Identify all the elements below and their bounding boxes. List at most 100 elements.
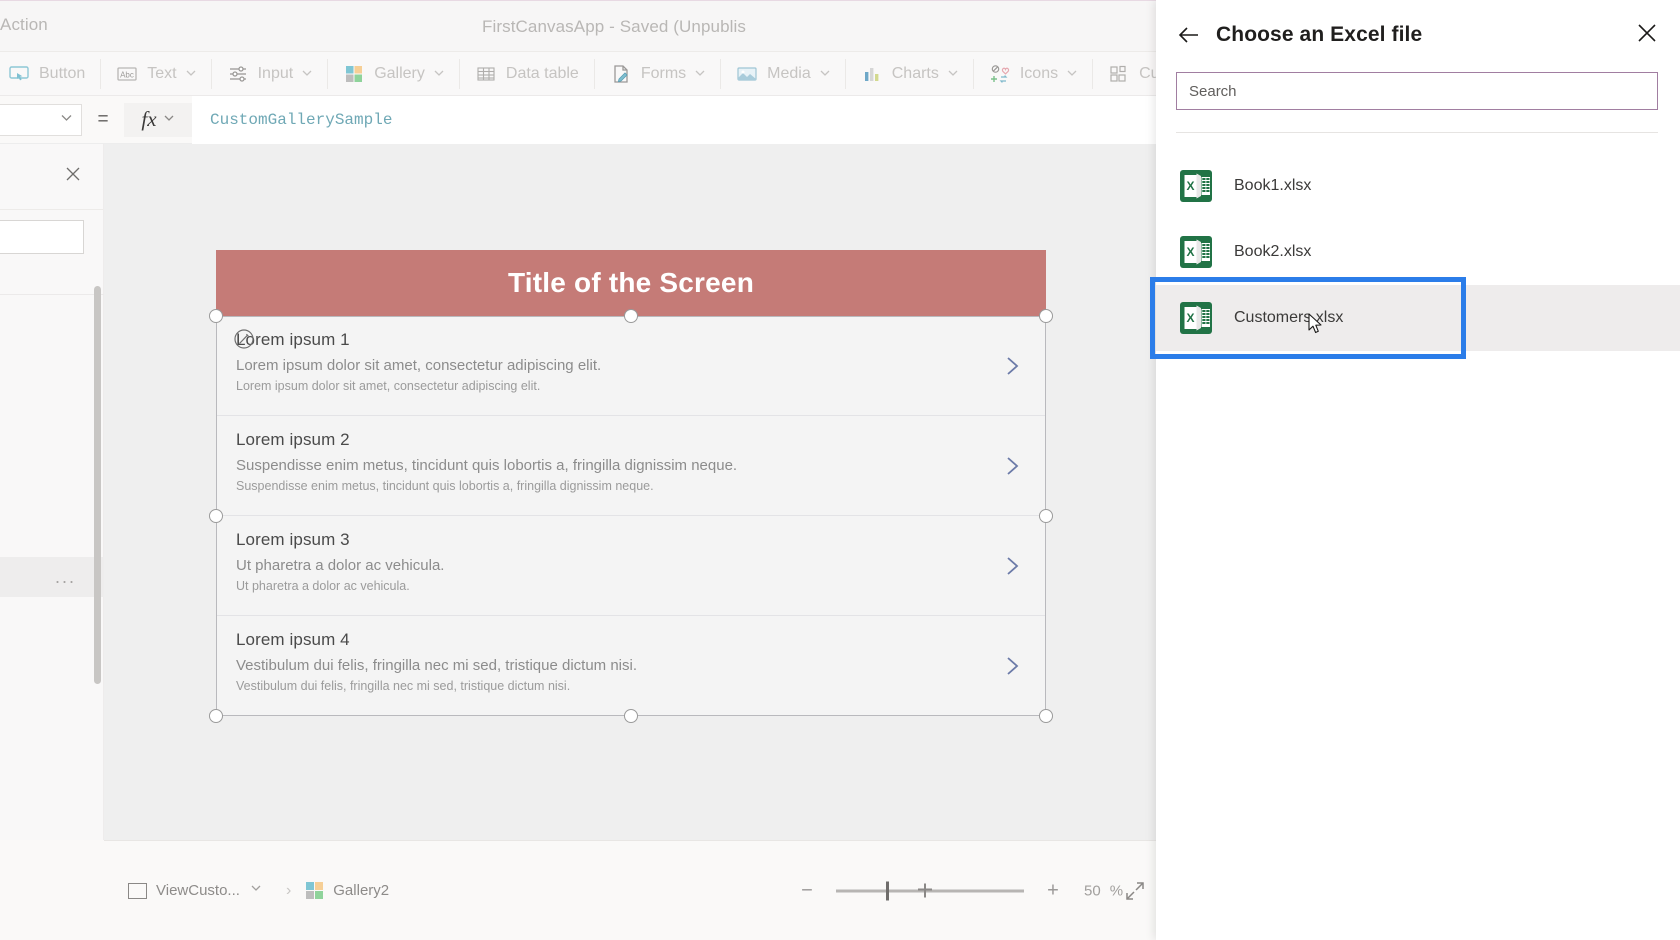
fit-to-screen-icon[interactable] xyxy=(1124,880,1146,902)
insert-ribbon: Button Abc Text Input Gallery Data table… xyxy=(0,52,1238,96)
formula-input[interactable]: CustomGallerySample xyxy=(192,95,1238,144)
excel-file-row-book1[interactable]: X Book1.xlsx xyxy=(1156,153,1680,219)
ribbon-label: Data table xyxy=(505,64,579,82)
choose-excel-file-panel: Choose an Excel file Search X Book1.xlsx… xyxy=(1150,0,1680,940)
ribbon-label: Charts xyxy=(891,64,939,82)
gallery-control[interactable]: Lorem ipsum 1 Lorem ipsum dolor sit amet… xyxy=(216,316,1046,716)
ribbon-item-icons[interactable]: Icons xyxy=(974,52,1092,96)
search-placeholder: Search xyxy=(1189,82,1237,100)
chevron-down-icon xyxy=(186,65,196,83)
resize-handle-middle-right[interactable] xyxy=(1039,509,1053,523)
input-sliders-icon xyxy=(227,63,249,85)
svg-text:Abc: Abc xyxy=(120,70,134,79)
gallery-row[interactable]: Lorem ipsum 1 Lorem ipsum dolor sit amet… xyxy=(216,316,1046,416)
gallery-row[interactable]: Lorem ipsum 2 Suspendisse enim metus, ti… xyxy=(216,416,1046,516)
gallery-row-subtitle: Vestibulum dui felis, fringilla nec mi s… xyxy=(236,657,638,674)
excel-file-name: Book1.xlsx xyxy=(1234,177,1312,194)
chevron-down-icon xyxy=(948,65,958,83)
zoom-control: − + 50 % xyxy=(794,879,1123,902)
close-icon[interactable] xyxy=(1636,22,1658,44)
ribbon-item-media[interactable]: Media xyxy=(721,52,845,96)
resize-handle-bottom-left[interactable] xyxy=(209,709,223,723)
screen-title-label: Title of the Screen xyxy=(216,250,1046,316)
left-panel-divider xyxy=(0,294,104,295)
chevron-down-icon xyxy=(163,111,175,129)
zoom-slider-tick-cross xyxy=(918,888,932,890)
chevron-down-icon xyxy=(1067,65,1077,83)
chevron-right-icon[interactable] xyxy=(1000,554,1024,578)
zoom-slider-tick xyxy=(924,883,926,897)
chevron-down-icon xyxy=(695,65,705,83)
chevron-right-icon[interactable] xyxy=(1000,354,1024,378)
ribbon-label: Input xyxy=(257,64,294,82)
ribbon-item-text[interactable]: Abc Text xyxy=(101,52,210,96)
ribbon-item-gallery[interactable]: Gallery xyxy=(328,52,459,96)
flyout-divider xyxy=(1176,132,1658,133)
chevron-down-icon xyxy=(820,65,830,83)
zoom-value: 50 xyxy=(1084,882,1101,899)
zoom-out-button[interactable]: − xyxy=(794,879,820,902)
zoom-slider-track[interactable] xyxy=(836,881,1024,900)
forms-icon xyxy=(610,63,632,85)
gallery-row-subtitle: Ut pharetra a dolor ac vehicula. xyxy=(236,557,445,574)
chevron-down-icon[interactable] xyxy=(249,881,263,900)
property-dropdown[interactable] xyxy=(0,103,82,136)
media-image-icon xyxy=(736,63,758,85)
ribbon-item-input[interactable]: Input xyxy=(212,52,328,96)
excel-file-row-customers[interactable]: X Customers.xlsx xyxy=(1150,277,1680,359)
resize-handle-top-right[interactable] xyxy=(1039,309,1053,323)
power-apps-studio: Action FirstCanvasApp - Saved (Unpublis … xyxy=(0,0,1680,940)
back-arrow-icon[interactable] xyxy=(1176,22,1202,48)
zoom-slider-thumb[interactable] xyxy=(886,881,889,900)
screen-icon xyxy=(128,882,147,899)
breadcrumb-control[interactable]: Gallery2 xyxy=(333,882,389,899)
svg-text:X: X xyxy=(1186,311,1194,325)
fx-dropdown[interactable]: fx xyxy=(124,102,192,137)
ribbon-item-button[interactable]: Button xyxy=(0,52,100,96)
chevron-right-icon[interactable] xyxy=(1000,454,1024,478)
flyout-header: Choose an Excel file xyxy=(1156,0,1680,70)
excel-file-row-book2[interactable]: X Book2.xlsx xyxy=(1156,219,1680,285)
left-panel-search-input[interactable] xyxy=(0,220,84,254)
ribbon-item-data-table[interactable]: Data table xyxy=(460,52,594,96)
breadcrumb-screen[interactable]: ViewCusto... xyxy=(156,882,240,899)
ribbon-label: Forms xyxy=(640,64,687,82)
ribbon-item-charts[interactable]: Charts xyxy=(846,52,973,96)
data-table-icon xyxy=(475,63,497,85)
title-bar: Action FirstCanvasApp - Saved (Unpublis xyxy=(0,0,1238,52)
svg-text:X: X xyxy=(1186,179,1194,193)
excel-file-icon: X xyxy=(1176,166,1216,206)
left-panel-scrollbar[interactable] xyxy=(94,286,101,684)
fx-label: fx xyxy=(141,107,157,131)
resize-handle-bottom-right[interactable] xyxy=(1039,709,1053,723)
gallery-tiles-icon xyxy=(306,881,324,900)
edit-pencil-icon[interactable] xyxy=(233,328,255,350)
excel-file-icon: X xyxy=(1176,298,1216,338)
resize-handle-bottom-center[interactable] xyxy=(624,709,638,723)
gallery-row[interactable]: Lorem ipsum 4 Vestibulum dui felis, frin… xyxy=(216,616,1046,716)
custom-components-icon xyxy=(1108,63,1130,85)
resize-handle-top-left[interactable] xyxy=(209,309,223,323)
canvas-area[interactable]: Title of the Screen Lorem ipsum 1 Lorem … xyxy=(104,144,1156,840)
flyout-search-input[interactable]: Search xyxy=(1176,72,1658,110)
equals-sign: = xyxy=(97,108,109,130)
status-bar: ViewCusto... › Gallery2 − + 50 % xyxy=(104,840,1156,940)
svg-text:X: X xyxy=(1186,245,1194,259)
close-icon[interactable] xyxy=(63,164,83,184)
resize-handle-top-center[interactable] xyxy=(624,309,638,323)
chevron-right-icon[interactable] xyxy=(1000,654,1024,678)
resize-handle-middle-left[interactable] xyxy=(209,509,223,523)
gallery-row-subtitle: Suspendisse enim metus, tincidunt quis l… xyxy=(236,457,738,474)
flyout-title: Choose an Excel file xyxy=(1216,23,1423,46)
mouse-cursor-icon xyxy=(1308,313,1323,335)
gallery-row[interactable]: Lorem ipsum 3 Ut pharetra a dolor ac veh… xyxy=(216,516,1046,616)
ribbon-item-forms[interactable]: Forms xyxy=(595,52,720,96)
left-panel-header xyxy=(0,144,103,210)
gallery-row-detail: Lorem ipsum dolor sit amet, consectetur … xyxy=(236,379,541,393)
ribbon-label: Gallery xyxy=(374,64,425,82)
charts-bar-icon xyxy=(861,63,883,85)
ribbon-label: Icons xyxy=(1019,64,1059,82)
zoom-in-button[interactable]: + xyxy=(1040,879,1066,902)
tree-item-overflow[interactable]: ... xyxy=(0,557,104,597)
excel-file-name: Book2.xlsx xyxy=(1234,243,1312,260)
